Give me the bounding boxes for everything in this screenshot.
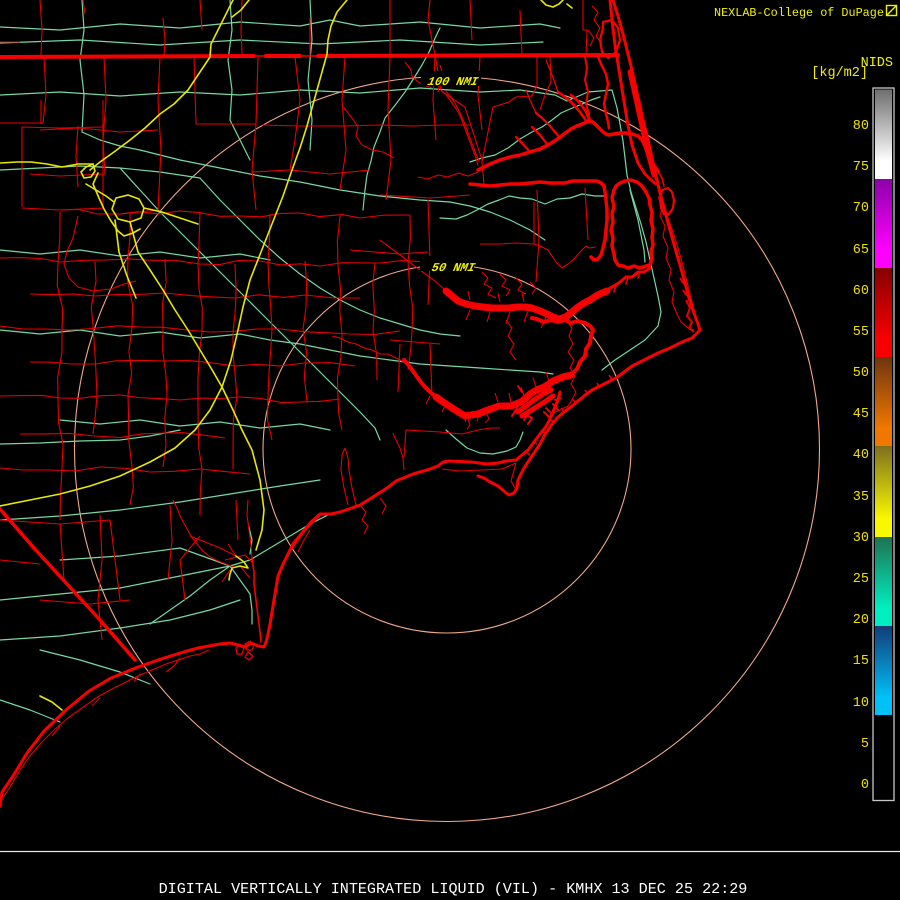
svg-text:DIGITAL VERTICALLY INTEGRATED: DIGITAL VERTICALLY INTEGRATED LIQUID (VI…: [159, 880, 748, 898]
svg-text:55: 55: [853, 325, 869, 340]
svg-text:100 NMI: 100 NMI: [426, 75, 480, 89]
svg-text:45: 45: [853, 407, 869, 422]
svg-text:70: 70: [853, 201, 869, 216]
svg-text:5: 5: [861, 737, 869, 752]
svg-text:80: 80: [853, 119, 869, 134]
svg-text:10: 10: [853, 696, 869, 711]
svg-text:25: 25: [853, 572, 869, 587]
svg-text:40: 40: [853, 448, 869, 463]
svg-text:0: 0: [861, 778, 869, 793]
svg-text:50 NMI: 50 NMI: [430, 261, 477, 275]
svg-text:50: 50: [853, 366, 869, 381]
svg-text:30: 30: [853, 531, 869, 546]
svg-text:[kg/m2]: [kg/m2]: [811, 66, 868, 81]
svg-text:75: 75: [853, 160, 869, 175]
svg-text:65: 65: [853, 243, 869, 258]
svg-text:60: 60: [853, 284, 869, 299]
svg-text:NEXLAB-College of DuPage: NEXLAB-College of DuPage: [714, 6, 884, 20]
svg-text:15: 15: [853, 654, 869, 669]
svg-text:35: 35: [853, 490, 869, 505]
svg-text:20: 20: [853, 613, 869, 628]
